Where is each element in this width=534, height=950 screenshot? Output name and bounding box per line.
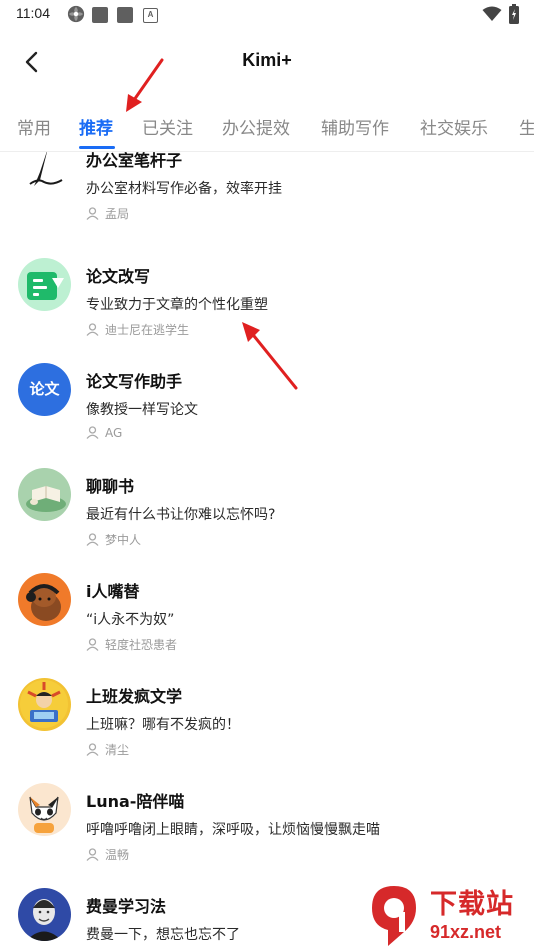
person-icon	[86, 743, 99, 756]
status-time: 11:04	[16, 5, 50, 21]
item-author: AG	[86, 426, 122, 440]
watermark-text: 下载站	[430, 889, 514, 920]
tab-recommended[interactable]: 推荐	[79, 114, 113, 139]
document-icon	[27, 272, 64, 300]
item-title: i人嘴替	[86, 582, 140, 601]
header: Kimi+	[0, 30, 534, 94]
author-name: 轻度社恐患者	[105, 638, 178, 652]
tab-more[interactable]: 生	[519, 114, 534, 139]
item-description: 专业致力于文章的个性化重塑	[86, 297, 268, 313]
item-description: “i人永不为奴”	[86, 612, 175, 628]
item-author: 梦中人	[86, 531, 141, 548]
item-author: 迪士尼在逃学生	[86, 321, 189, 338]
item-description: 上班嘛？哪有不发疯的！	[86, 717, 240, 733]
list-item[interactable]: 上班发疯文学 上班嘛？哪有不发疯的！ 清尘	[0, 676, 534, 781]
person-icon	[86, 638, 99, 651]
portrait-icon	[26, 899, 62, 941]
status-bar: 11:04 A	[0, 0, 534, 30]
tab-social-entertainment[interactable]: 社交娱乐	[420, 114, 488, 139]
avatar	[18, 888, 71, 941]
watermark: 下载站 91xz.net	[360, 876, 534, 950]
author-name: 梦中人	[105, 533, 142, 547]
person-icon	[86, 426, 99, 439]
item-author: 轻度社恐患者	[86, 636, 177, 653]
item-description: 呼噜呼噜闭上眼睛，深呼吸，让烦恼慢慢飘走喵	[86, 822, 380, 838]
avatar	[18, 468, 71, 521]
item-title: 论文改写	[86, 267, 151, 286]
wifi-icon	[482, 6, 502, 21]
item-author: 孟局	[86, 205, 129, 222]
item-description: 像教授一样写论文	[86, 402, 198, 418]
avatar	[18, 258, 71, 311]
active-tab-indicator	[79, 146, 115, 149]
category-tabs: 常用 推荐 已关注 办公提效 辅助写作 社交娱乐 生	[0, 104, 534, 152]
item-title: 费曼学习法	[86, 897, 167, 916]
item-description: 最近有什么书让你难以忘怀吗?	[86, 507, 276, 523]
author-name: 清尘	[105, 743, 130, 757]
item-title: 论文写作助手	[86, 372, 183, 391]
avatar	[18, 783, 71, 836]
battery-icon	[509, 4, 519, 24]
item-title: 聊聊书	[86, 477, 135, 496]
item-title: Luna-陪伴喵	[86, 792, 185, 811]
list-item[interactable]: 论文 论文写作助手 像教授一样写论文 AG	[0, 361, 534, 466]
tab-followed[interactable]: 已关注	[142, 114, 193, 139]
list-item[interactable]: 聊聊书 最近有什么书让你难以忘怀吗? 梦中人	[0, 466, 534, 571]
avatar: 论文	[18, 363, 71, 416]
a-badge-icon: A	[143, 8, 158, 23]
list-item[interactable]: 办公室笔杆子 办公室材料写作必备，效率开挂 孟局	[0, 152, 534, 247]
cat-icon	[29, 796, 59, 833]
capybara-icon	[26, 584, 61, 621]
item-title: 上班发疯文学	[86, 687, 183, 706]
person-icon	[86, 323, 99, 336]
watermark-logo-icon	[372, 886, 416, 946]
assistant-list: 办公室笔杆子 办公室材料写作必备，效率开挂 孟局 论文改写 专业致力于文章的个性…	[0, 152, 534, 950]
item-description: 办公室材料写作必备，效率开挂	[86, 181, 282, 197]
person-icon	[86, 848, 99, 861]
person-icon	[86, 533, 99, 546]
avatar	[18, 678, 71, 731]
notification-icon	[92, 7, 108, 23]
avatar	[18, 573, 71, 626]
notification-icon	[117, 7, 133, 23]
person-icon	[86, 207, 99, 220]
avatar	[18, 152, 71, 195]
item-author: 温畅	[86, 846, 129, 863]
list-item[interactable]: i人嘴替 “i人永不为奴” 轻度社恐患者	[0, 571, 534, 676]
avatar-text: 论文	[29, 380, 60, 398]
watermark-url: 91xz.net	[430, 922, 502, 942]
list-item[interactable]: Luna-陪伴喵 呼噜呼噜闭上眼睛，深呼吸，让烦恼慢慢飘走喵 温畅	[0, 781, 534, 886]
book-icon	[26, 486, 66, 512]
item-title: 办公室笔杆子	[86, 152, 183, 170]
page-title: Kimi+	[242, 50, 292, 70]
author-name: 孟局	[105, 207, 130, 221]
tab-common[interactable]: 常用	[17, 114, 51, 139]
item-author: 清尘	[86, 741, 129, 758]
author-name: AG	[105, 426, 123, 440]
author-name: 迪士尼在逃学生	[105, 323, 190, 337]
fan-icon	[67, 5, 85, 23]
cartoon-worker-icon	[20, 680, 68, 728]
pen-icon	[29, 152, 63, 186]
tab-writing-assist[interactable]: 辅助写作	[321, 114, 389, 139]
item-description: 费曼一下，想忘也忘不了	[86, 927, 240, 943]
list-item[interactable]: 论文改写 专业致力于文章的个性化重塑 迪士尼在逃学生	[0, 256, 534, 361]
tab-office-efficiency[interactable]: 办公提效	[222, 114, 290, 139]
author-name: 温畅	[105, 848, 130, 862]
